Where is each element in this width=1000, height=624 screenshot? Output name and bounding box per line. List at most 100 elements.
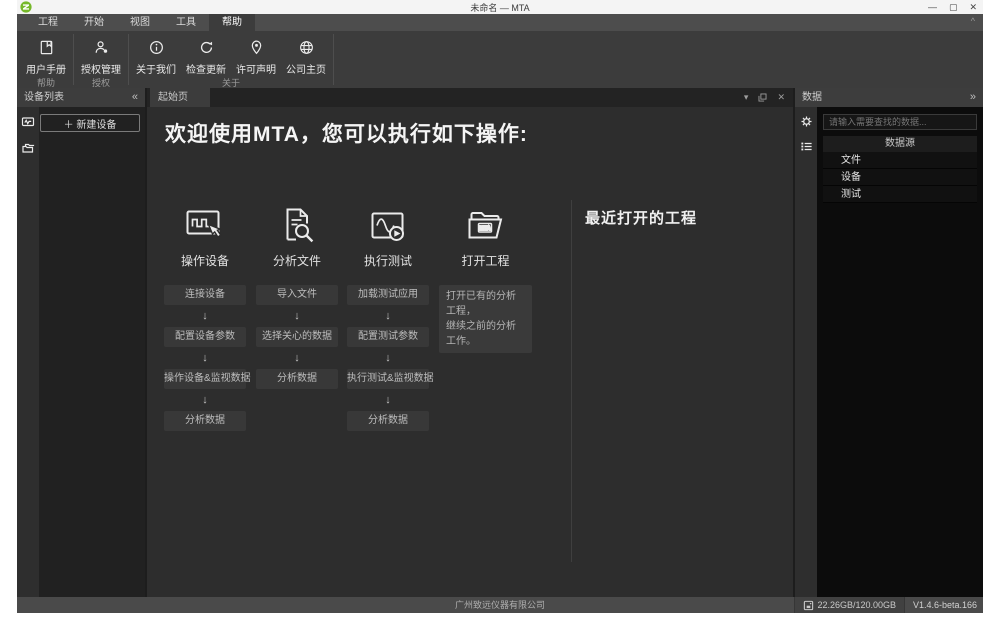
update-icon xyxy=(198,37,215,57)
ribbon-button-授权管理[interactable]: 授权管理 xyxy=(76,31,126,76)
data-source-table: 数据源 文件设备测试 xyxy=(823,136,977,203)
tab-close-icon[interactable]: ✕ xyxy=(777,92,785,103)
workflow-column-title: 执行测试 xyxy=(364,252,412,272)
recent-projects-title: 最近打开的工程 xyxy=(585,207,697,228)
ribbon-button-label: 关于我们 xyxy=(136,61,176,76)
svg-text:MTA: MTA xyxy=(479,226,491,232)
ribbon-button-公司主页[interactable]: 公司主页 xyxy=(281,31,331,76)
tab-list-dropdown-icon[interactable]: ▾ xyxy=(744,92,749,103)
analyze-file-icon[interactable] xyxy=(277,202,317,248)
down-arrow-icon: ↓ xyxy=(385,305,391,327)
down-arrow-icon: ↓ xyxy=(202,389,208,411)
data-source-row-1[interactable]: 设备 xyxy=(823,169,977,186)
menu-item-1[interactable]: 开始 xyxy=(71,14,117,31)
ribbon-button-检查更新[interactable]: 检查更新 xyxy=(181,31,231,76)
device-panel-strip xyxy=(17,107,39,597)
down-arrow-icon: ↓ xyxy=(202,305,208,327)
ribbon-button-label: 用户手册 xyxy=(26,61,66,76)
workflow-step-button[interactable]: 分析数据 xyxy=(164,411,246,431)
ribbon-button-用户手册[interactable]: 用户手册 xyxy=(21,31,71,76)
workflow-step-button[interactable]: 选择关心的数据 xyxy=(256,327,338,347)
ribbon-separator xyxy=(333,34,334,85)
info-icon xyxy=(148,37,165,57)
content-divider xyxy=(571,200,572,562)
ribbon-button-label: 授权管理 xyxy=(81,61,121,76)
center-pane: 起始页 ▾ ✕ 欢迎使用MTA，您可以执行如下操作: 操作设备连接设备↓配置设备… xyxy=(147,88,793,597)
ribbon-group-2: 关于我们检查更新许可声明公司主页关于 xyxy=(131,31,331,88)
license-pin-icon xyxy=(248,37,265,57)
data-gear-icon[interactable] xyxy=(800,115,813,128)
data-source-row-2[interactable]: 测试 xyxy=(823,186,977,203)
ribbon-button-label: 检查更新 xyxy=(186,61,226,76)
data-panel-content: 数据源 文件设备测试 xyxy=(817,107,983,597)
workflow-step-button[interactable]: 分析数据 xyxy=(347,411,429,431)
expand-panel-icon[interactable]: » xyxy=(970,88,976,107)
workflow-step-button[interactable]: 执行测试&监视数据 xyxy=(347,369,429,389)
down-arrow-icon: ↓ xyxy=(385,347,391,369)
ribbon-button-label: 公司主页 xyxy=(286,61,326,76)
run-test-icon[interactable] xyxy=(368,202,408,248)
data-search-input[interactable] xyxy=(823,114,977,130)
device-list-title: 设备列表 xyxy=(24,92,64,103)
new-device-button[interactable]: ＋ 新建设备 xyxy=(40,114,140,132)
ribbon-button-label: 许可声明 xyxy=(236,61,276,76)
data-source-row-0[interactable]: 文件 xyxy=(823,152,977,169)
tab-bar: 起始页 ▾ ✕ xyxy=(147,88,793,107)
workflow-column-1: 分析文件导入文件↓选择关心的数据↓分析数据 xyxy=(256,202,338,389)
menu-bar-items: 工程开始视图工具帮助 xyxy=(17,14,983,31)
workflow-step-button[interactable]: 加载测试应用 xyxy=(347,285,429,305)
workflow-step-button[interactable]: 配置设备参数 xyxy=(164,327,246,347)
data-panel: 数据 » 数据源 文件设备测试 xyxy=(795,88,983,597)
menu-bar: 工程开始视图工具帮助 ^ xyxy=(17,14,983,31)
menu-item-0[interactable]: 工程 xyxy=(25,14,71,31)
app-window: 未命名 — MTA — ▢ ✕ 工程开始视图工具帮助 ^ 用户手册帮助授权管理授… xyxy=(17,0,983,613)
title-bar: 未命名 — MTA — ▢ ✕ xyxy=(17,0,983,14)
down-arrow-icon: ↓ xyxy=(202,347,208,369)
data-source-rows: 文件设备测试 xyxy=(823,152,977,203)
main-area: 设备列表 « ＋ 新建设备 起始页 ▾ ✕ 欢迎使用MTA，您可以 xyxy=(17,88,983,597)
device-strip-icon[interactable] xyxy=(21,115,35,129)
menu-item-2[interactable]: 视图 xyxy=(117,14,163,31)
data-panel-strip xyxy=(795,107,817,597)
open-project-icon[interactable]: MTA xyxy=(466,202,506,248)
workflow-column-2: 执行测试加载测试应用↓配置测试参数↓执行测试&监视数据↓分析数据 xyxy=(347,202,429,431)
down-arrow-icon: ↓ xyxy=(294,347,300,369)
start-page: 欢迎使用MTA，您可以执行如下操作: 操作设备连接设备↓配置设备参数↓操作设备&… xyxy=(147,107,793,597)
tab-start-page[interactable]: 起始页 xyxy=(150,88,210,107)
down-arrow-icon: ↓ xyxy=(385,389,391,411)
collapse-panel-icon[interactable]: « xyxy=(132,88,138,107)
workflow-step-button[interactable]: 操作设备&监视数据 xyxy=(164,369,246,389)
disk-icon xyxy=(803,600,814,611)
workflow-step-button[interactable]: 分析数据 xyxy=(256,369,338,389)
workflow-column-0: 操作设备连接设备↓配置设备参数↓操作设备&监视数据↓分析数据 xyxy=(164,202,246,431)
ribbon-button-关于我们[interactable]: 关于我们 xyxy=(131,31,181,76)
menu-item-3[interactable]: 工具 xyxy=(163,14,209,31)
collapse-ribbon-icon[interactable]: ^ xyxy=(971,16,975,26)
workflow-step-button[interactable]: 导入文件 xyxy=(256,285,338,305)
ribbon: 用户手册帮助授权管理授权关于我们检查更新许可声明公司主页关于 xyxy=(17,31,983,88)
workflow-column-3: MTA打开工程打开已有的分析工程，继续之前的分析工作。 xyxy=(439,202,532,353)
globe-icon xyxy=(298,37,315,57)
device-list-header: 设备列表 « xyxy=(17,88,145,107)
workflow-step-button[interactable]: 配置测试参数 xyxy=(347,327,429,347)
tab-float-icon[interactable] xyxy=(758,93,767,102)
minimize-button[interactable]: — xyxy=(928,0,937,14)
operate-device-icon[interactable] xyxy=(185,202,225,248)
workflow-step-button[interactable]: 连接设备 xyxy=(164,285,246,305)
open-project-note: 打开已有的分析工程，继续之前的分析工作。 xyxy=(439,285,532,353)
close-button[interactable]: ✕ xyxy=(969,0,977,14)
project-folder-icon[interactable] xyxy=(21,141,35,155)
data-panel-title: 数据 xyxy=(802,92,822,103)
data-list-icon[interactable] xyxy=(800,140,813,153)
window-title: 未命名 — MTA xyxy=(17,1,983,14)
menu-item-4[interactable]: 帮助 xyxy=(209,14,255,31)
maximize-button[interactable]: ▢ xyxy=(949,0,958,14)
ribbon-separator xyxy=(73,34,74,85)
down-arrow-icon: ↓ xyxy=(294,305,300,327)
device-list-panel: 设备列表 « ＋ 新建设备 xyxy=(17,88,145,597)
storage-text: 22.26GB/120.00GB xyxy=(817,600,896,610)
ribbon-separator xyxy=(128,34,129,85)
ribbon-button-许可声明[interactable]: 许可声明 xyxy=(231,31,281,76)
storage-indicator: 22.26GB/120.00GB xyxy=(794,597,905,613)
ribbon-group-0: 用户手册帮助 xyxy=(21,31,71,88)
